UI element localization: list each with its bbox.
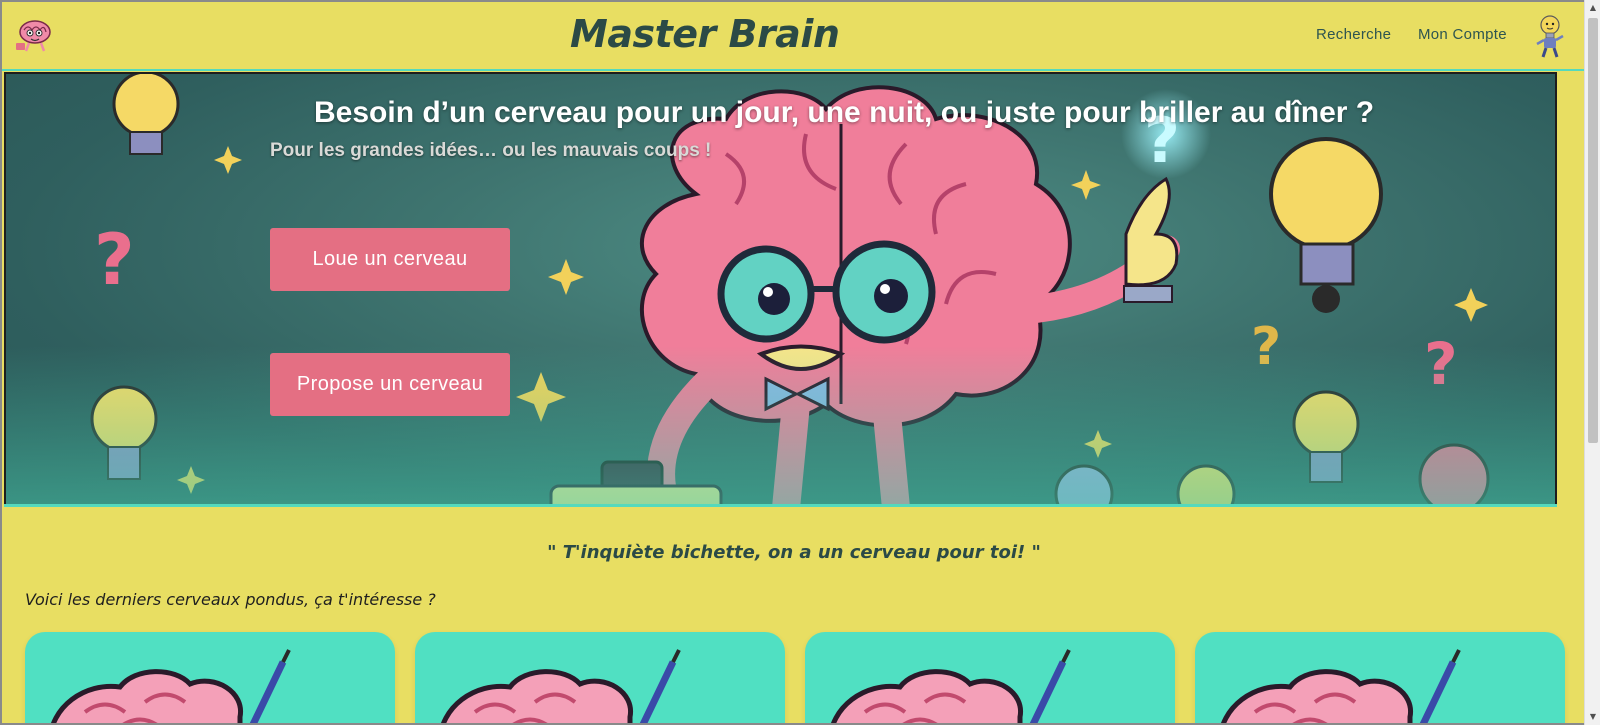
arrow-up-icon[interactable]: ▲ <box>1585 0 1600 16</box>
question-mark-icon: ? <box>1251 317 1281 377</box>
brain-card-image <box>51 649 291 723</box>
lightbulb-icon <box>1269 137 1383 313</box>
nav-link-account[interactable]: Mon Compte <box>1418 26 1507 43</box>
hero-banner: ? ? ? ? Besoin d’un cerveau pour un jour… <box>4 72 1557 506</box>
nav-link-search[interactable]: Recherche <box>1316 26 1391 43</box>
brain-card[interactable] <box>415 632 785 723</box>
page: Master Brain Recherche Mon Compte ? ? ? … <box>0 0 1584 725</box>
brain-card[interactable] <box>805 632 1175 723</box>
lightbulb-icon <box>112 74 180 155</box>
section-divider <box>4 504 1557 507</box>
page-scrollbar[interactable]: ▲ ▼ <box>1584 0 1600 725</box>
question-mark-icon: ? <box>1424 330 1458 398</box>
lightbulb-icon <box>1176 464 1236 506</box>
lightbulb-icon <box>1292 390 1360 483</box>
brain-card-image <box>441 649 681 723</box>
rent-brain-button[interactable]: Loue un cerveau <box>270 228 510 291</box>
lightbulb-icon <box>90 385 158 480</box>
latest-brains-intro: Voici les derniers cerveaux pondus, ça t… <box>25 590 436 609</box>
brain-card-grid <box>25 632 1565 723</box>
brand-title[interactable]: Master Brain <box>570 12 840 56</box>
navbar: Master Brain Recherche Mon Compte <box>2 2 1584 71</box>
brain-card-image <box>1221 649 1461 723</box>
brain-card[interactable] <box>1195 632 1565 723</box>
hero-illustration: ? ? ? ? <box>90 74 1490 506</box>
brain-card[interactable] <box>25 632 395 723</box>
question-mark-icon: ? <box>94 219 135 301</box>
offer-brain-button[interactable]: Propose un cerveau <box>270 353 510 416</box>
hero-subtitle: Pour les grandes idées… ou les mauvais c… <box>270 140 712 161</box>
brain-card-image <box>831 649 1071 723</box>
tagline-quote: " T'inquiète bichette, on a un cerveau p… <box>547 542 1041 563</box>
arrow-down-icon[interactable]: ▼ <box>1585 709 1600 725</box>
scrollbar-thumb[interactable] <box>1588 18 1598 443</box>
lightbulb-character-icon[interactable] <box>1534 14 1566 58</box>
hero-title: Besoin d’un cerveau pour un jour, une nu… <box>314 96 1375 129</box>
brain-logo-icon[interactable] <box>14 16 56 54</box>
